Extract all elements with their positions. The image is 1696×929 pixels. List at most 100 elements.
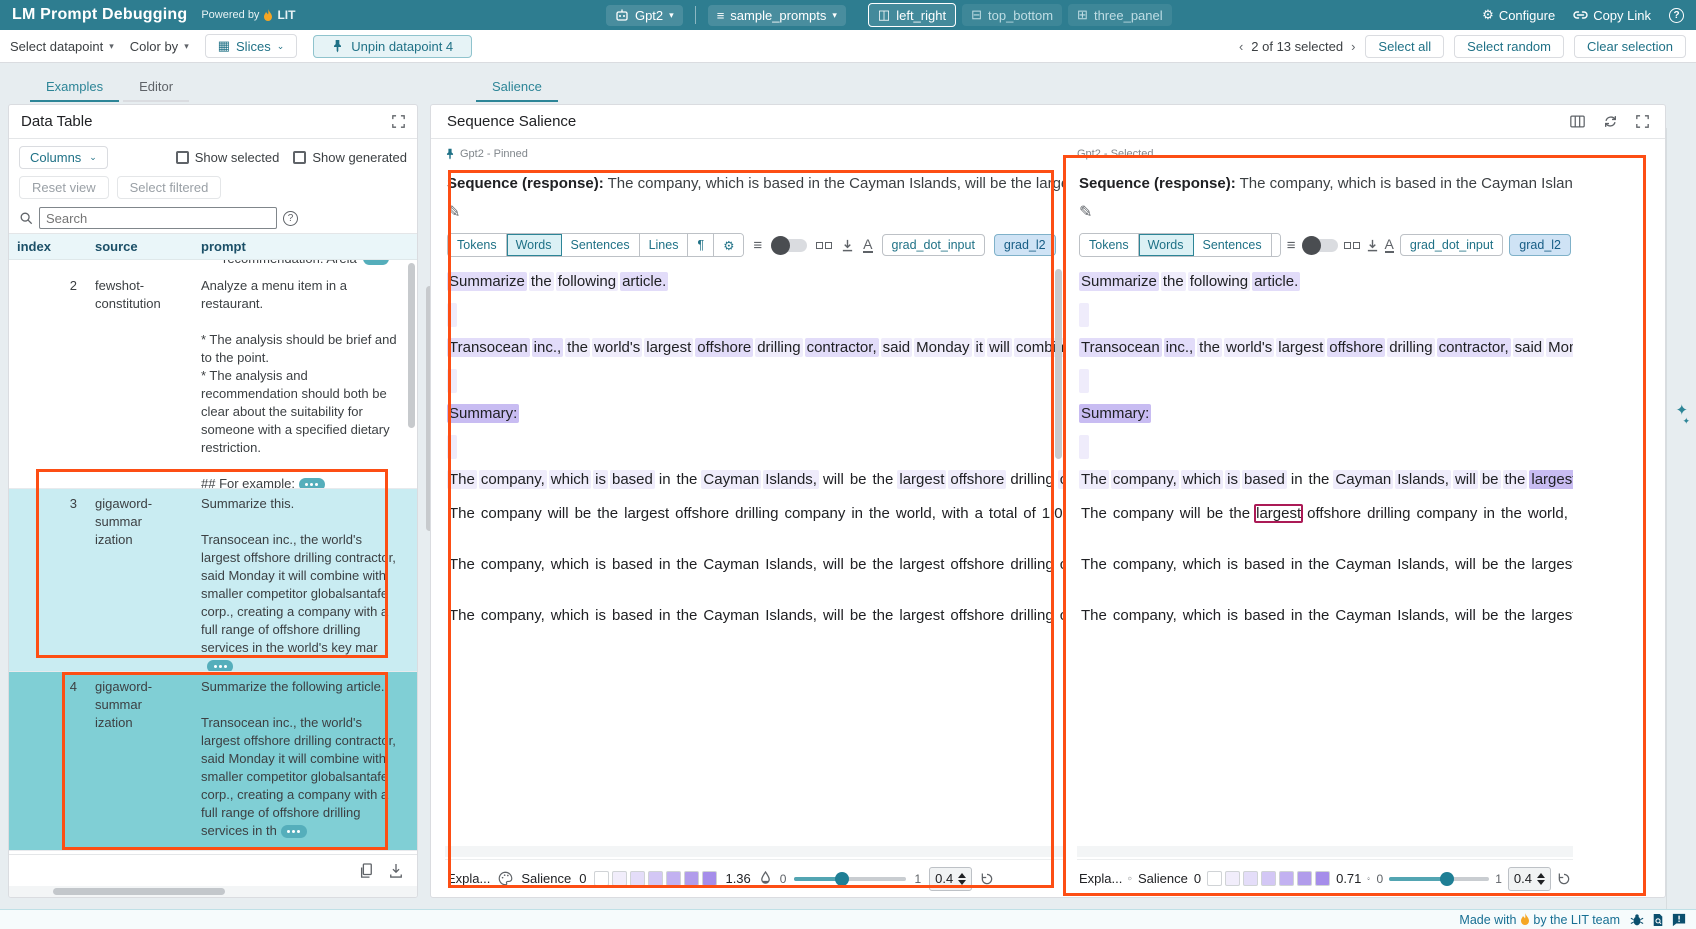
select-datapoint-dropdown[interactable]: Select datapoint ▾: [10, 39, 114, 54]
salience-token[interactable]: will: [821, 606, 846, 625]
search-input[interactable]: [39, 207, 277, 229]
text-horizontal-scrollbar[interactable]: [1077, 846, 1573, 857]
salience-token[interactable]: company,: [1111, 606, 1179, 625]
salience-token[interactable]: is: [593, 555, 608, 574]
salience-token[interactable]: with: [940, 504, 971, 523]
salience-token[interactable]: offshore: [1327, 338, 1385, 357]
bug-icon[interactable]: [1630, 913, 1644, 927]
salience-token[interactable]: in: [1289, 555, 1305, 574]
salience-token[interactable]: be: [848, 606, 869, 625]
seg-paragraph-icon[interactable]: ¶: [688, 234, 714, 256]
ellipsis-pill[interactable]: [299, 478, 325, 489]
salience-token[interactable]: said: [881, 338, 913, 357]
salience-token[interactable]: world,: [894, 504, 938, 523]
salience-token[interactable]: be: [1205, 504, 1226, 523]
threshold-spinner[interactable]: 0.4: [1508, 867, 1551, 891]
chip-grad-dot-input[interactable]: grad_dot_input: [1400, 234, 1503, 256]
salience-token[interactable]: The: [447, 555, 477, 574]
layout-tab-top_bottom[interactable]: ⊟top_bottom: [962, 4, 1062, 26]
salience-token[interactable]: drilling: [1008, 470, 1055, 489]
salience-token[interactable]: the: [675, 470, 700, 489]
salience-token[interactable]: Cayman: [1333, 555, 1393, 574]
select-random-button[interactable]: Select random: [1454, 35, 1564, 58]
prev-selection-icon[interactable]: ‹: [1239, 39, 1243, 54]
salience-token[interactable]: based: [610, 470, 655, 489]
salience-token[interactable]: is: [593, 470, 608, 489]
copy-link-button[interactable]: Copy Link: [1573, 8, 1651, 23]
spinner-arrows-icon[interactable]: [1537, 873, 1545, 885]
salience-token[interactable]: total: [987, 504, 1019, 523]
salience-token[interactable]: it: [974, 338, 986, 357]
salience-token[interactable]: Monday: [1546, 338, 1573, 357]
salience-token[interactable]: in: [657, 606, 673, 625]
seg-tokens[interactable]: Tokens: [1080, 234, 1139, 256]
chip-grad-l2[interactable]: grad_l2: [1509, 234, 1571, 256]
salience-token[interactable]: the: [867, 504, 892, 523]
salience-token[interactable]: The: [447, 470, 477, 489]
unpin-datapoint-button[interactable]: Unpin datapoint 4: [313, 35, 472, 58]
salience-token[interactable]: company,: [1111, 555, 1179, 574]
newline-token[interactable]: [1079, 435, 1573, 459]
salience-token[interactable]: Islands,: [1395, 606, 1451, 625]
salience-token[interactable]: company,: [479, 470, 547, 489]
reset-icon[interactable]: [980, 872, 994, 886]
download-icon[interactable]: [389, 863, 403, 878]
seg-words[interactable]: Words: [507, 234, 562, 256]
salience-token[interactable]: Cayman: [701, 606, 761, 625]
column-header-prompt[interactable]: prompt: [193, 234, 417, 259]
salience-token[interactable]: The: [1079, 606, 1109, 625]
salience-token[interactable]: offshore: [695, 338, 753, 357]
align-bottom-icon[interactable]: [1366, 239, 1379, 252]
seg-lines[interactable]: Lines: [640, 234, 689, 256]
text-vertical-scrollbar[interactable]: [1055, 269, 1062, 459]
salience-token[interactable]: the: [675, 606, 700, 625]
salience-slider[interactable]: [794, 877, 906, 881]
view-grid-icon[interactable]: [816, 242, 832, 249]
column-header-source[interactable]: source: [87, 234, 193, 259]
newline-token[interactable]: [447, 369, 1037, 393]
salience-token[interactable]: in: [1289, 606, 1305, 625]
next-selection-icon[interactable]: ›: [1351, 39, 1355, 54]
ellipsis-pill[interactable]: [281, 825, 307, 838]
salience-token[interactable]: drilling: [755, 338, 802, 357]
salience-token[interactable]: in: [1289, 470, 1305, 489]
salience-token[interactable]: be: [1480, 555, 1501, 574]
table-row[interactable]: 2 fewshot- constitution Analyze a menu i…: [9, 271, 417, 489]
salience-token[interactable]: company: [479, 504, 544, 523]
show-generated-checkbox[interactable]: Show generated: [293, 150, 407, 165]
salience-token[interactable]: drilling: [1387, 338, 1434, 357]
salience-token[interactable]: which: [1181, 470, 1223, 489]
salience-token[interactable]: drilling: [1365, 504, 1412, 523]
salience-token[interactable]: following: [556, 272, 618, 291]
salience-token[interactable]: is: [1225, 606, 1240, 625]
salience-token[interactable]: will: [1453, 606, 1478, 625]
newline-token[interactable]: [447, 435, 1037, 459]
salience-token[interactable]: the: [529, 272, 554, 291]
salience-token[interactable]: 1,000: [1040, 504, 1063, 523]
salience-token[interactable]: Summarize: [447, 272, 527, 291]
salience-token[interactable]: will: [1178, 504, 1203, 523]
salience-token[interactable]: inc.,: [532, 338, 564, 357]
document-search-icon[interactable]: [1652, 913, 1664, 927]
menu-icon[interactable]: ≡: [1287, 237, 1296, 254]
salience-token[interactable]: company: [1111, 504, 1176, 523]
salience-token[interactable]: Islands,: [1395, 555, 1451, 574]
salience-token[interactable]: contractor,: [805, 338, 879, 357]
salience-token[interactable]: in: [657, 555, 673, 574]
sync-icon[interactable]: [1603, 114, 1618, 129]
salience-token[interactable]: largest: [622, 504, 671, 523]
chip-grad-dot-input[interactable]: grad_dot_input: [882, 234, 985, 256]
salience-token[interactable]: Summarize: [1079, 272, 1159, 291]
salience-token[interactable]: the: [1197, 338, 1222, 357]
salience-token[interactable]: drilling: [1008, 606, 1055, 625]
columns-dropdown[interactable]: Columns ⌄: [19, 146, 108, 169]
salience-slider[interactable]: [1389, 877, 1489, 881]
search-help-icon[interactable]: ?: [283, 211, 298, 226]
table-row-selected[interactable]: 3 gigaword- summar ization Summarize thi…: [9, 489, 417, 672]
ellipsis-pill[interactable]: [207, 660, 233, 672]
seg-sentences[interactable]: Sentences: [1194, 234, 1272, 256]
tab-editor[interactable]: Editor: [123, 74, 189, 102]
spinner-arrows-icon[interactable]: [958, 873, 966, 885]
salience-token[interactable]: company: [1058, 470, 1063, 489]
column-header-index[interactable]: index: [9, 234, 87, 259]
